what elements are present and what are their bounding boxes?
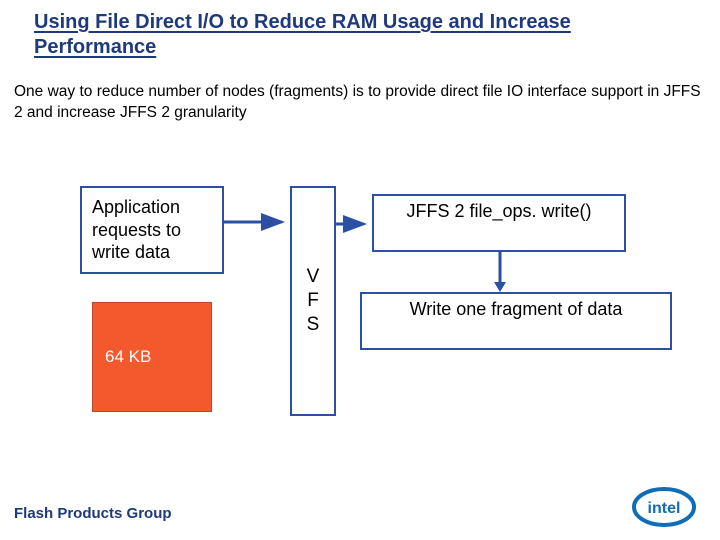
jffs-write-box: JFFS 2 file_ops. write() [372, 194, 626, 252]
intel-logo: intel [632, 486, 696, 528]
arrow-vfs-to-jffs [336, 214, 372, 234]
intel-logo-text: intel [648, 500, 681, 517]
application-box: Application requests to write data [80, 186, 224, 274]
arrow-app-to-vfs [224, 212, 290, 232]
vfs-label: V F S [307, 265, 320, 336]
vfs-box: V F S [290, 186, 336, 416]
slide-description: One way to reduce number of nodes (fragm… [14, 82, 706, 124]
footer-group: Flash Products Group [14, 505, 172, 522]
slide-title: Using File Direct I/O to Reduce RAM Usag… [34, 10, 666, 60]
arrow-jffs-to-fragment [490, 252, 510, 292]
fragment-box: Write one fragment of data [360, 292, 672, 350]
data-size-block: 64 KB [92, 302, 212, 412]
